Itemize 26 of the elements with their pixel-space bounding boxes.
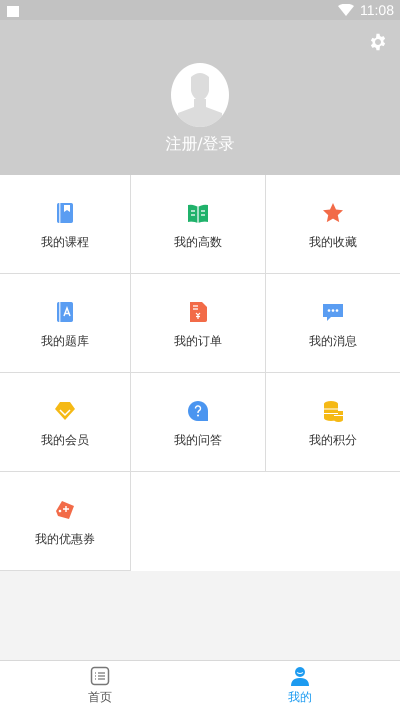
menu-item[interactable]: 我的订单	[131, 274, 266, 373]
clock-time: 11:08	[360, 2, 394, 18]
ticket-icon	[54, 498, 76, 520]
tab[interactable]: 首页	[0, 661, 200, 710]
wifi-icon	[338, 4, 354, 16]
menu-item[interactable]: 我的优惠券	[0, 472, 131, 571]
settings-icon[interactable]	[369, 33, 387, 51]
gem-icon	[54, 400, 76, 422]
avatar-icon[interactable]	[171, 63, 229, 127]
menu-item[interactable]: 我的积分	[266, 373, 400, 472]
notification-icon	[6, 4, 20, 16]
invoice-icon	[187, 300, 209, 322]
menu-item[interactable]: 我的消息	[266, 274, 400, 373]
list-icon	[90, 666, 110, 686]
menu-item[interactable]: 我的收藏	[266, 175, 400, 274]
letter-book-icon	[54, 300, 76, 322]
user-icon	[290, 666, 310, 686]
menu-item[interactable]: 我的题库	[0, 274, 131, 373]
menu-item[interactable]: 我的高数	[131, 175, 266, 274]
menu-item[interactable]: 我的课程	[0, 175, 131, 274]
book-icon	[54, 202, 76, 224]
coins-icon	[322, 400, 344, 422]
menu-item[interactable]: 我的问答	[131, 373, 266, 472]
menu-item[interactable]: 我的会员	[0, 373, 131, 472]
question-bubble-icon	[187, 400, 209, 422]
star-icon	[322, 202, 344, 224]
